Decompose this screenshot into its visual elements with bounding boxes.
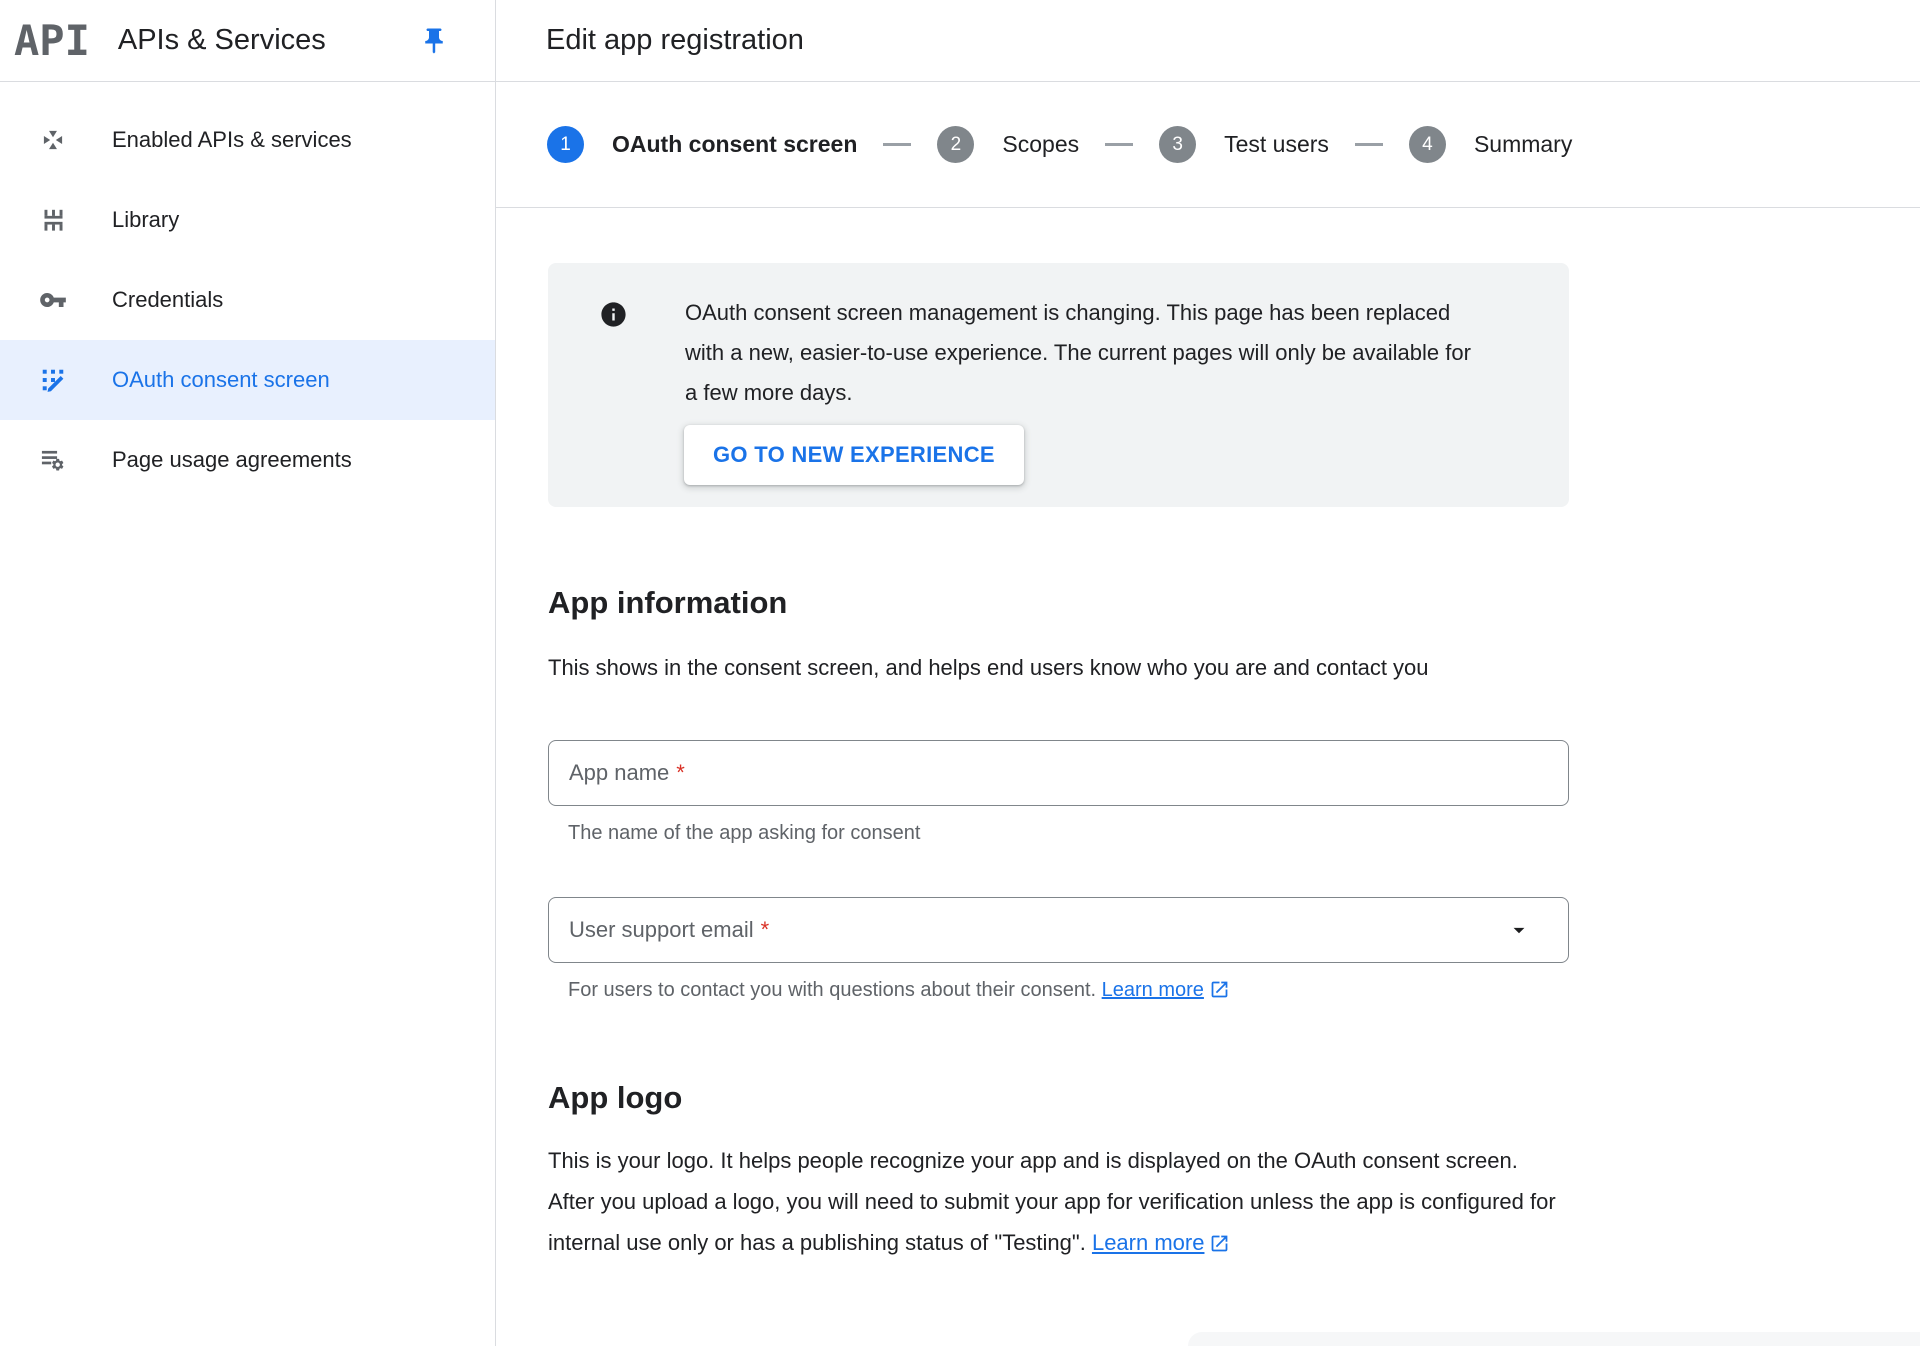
registration-stepper: 1 OAuth consent screen 2 Scopes 3 Test u… <box>496 82 1920 208</box>
step-oauth-consent-screen[interactable]: 1 OAuth consent screen <box>547 126 857 163</box>
step-connector <box>1105 143 1133 146</box>
page-title: Edit app registration <box>546 24 804 57</box>
app-information-heading: App information <box>548 585 1920 621</box>
sidebar-item-label: Page usage agreements <box>112 447 352 473</box>
sidebar-item-oauth-consent-screen[interactable]: OAuth consent screen <box>0 340 495 420</box>
user-support-email-label: User support email <box>569 917 754 943</box>
step-label: Summary <box>1474 131 1572 158</box>
learn-more-link[interactable]: Learn more <box>1102 979 1204 1001</box>
step-number-badge: 1 <box>547 126 584 163</box>
step-connector <box>1355 143 1383 146</box>
main-area: Edit app registration 1 OAuth consent sc… <box>496 0 1920 1346</box>
sidebar-item-credentials[interactable]: Credentials <box>0 260 495 340</box>
app-name-helper: The name of the app asking for consent <box>568 822 1920 845</box>
pin-icon[interactable] <box>419 26 449 56</box>
step-scopes[interactable]: 2 Scopes <box>937 126 1079 163</box>
banner-message: OAuth consent screen management is chang… <box>685 293 1471 413</box>
app-information-description: This shows in the consent screen, and he… <box>548 647 1496 688</box>
sidebar-nav: Enabled APIs & services Library Credenti… <box>0 82 495 500</box>
app-name-label: App name <box>569 760 669 786</box>
user-support-email-helper: For users to contact you with questions … <box>568 979 1920 1006</box>
step-label: OAuth consent screen <box>612 131 857 158</box>
app-logo-paragraph-2: After you upload a logo, you will need t… <box>548 1189 1556 1255</box>
sidebar-item-label: OAuth consent screen <box>112 367 330 393</box>
sidebar-item-library[interactable]: Library <box>0 180 495 260</box>
page-header: Edit app registration <box>496 0 1920 82</box>
app-name-input[interactable]: App name * <box>548 740 1569 806</box>
agreements-icon <box>38 445 68 475</box>
app-logo-paragraph-1: This is your logo. It helps people recog… <box>548 1148 1518 1173</box>
user-support-email-select[interactable]: User support email * <box>548 897 1569 963</box>
deprecation-banner: OAuth consent screen management is chang… <box>548 263 1569 507</box>
open-in-new-icon[interactable] <box>1209 1226 1230 1267</box>
app-logo-description: This is your logo. It helps people recog… <box>548 1140 1558 1267</box>
sidebar-item-label: Credentials <box>112 287 223 313</box>
sidebar-item-label: Library <box>112 207 179 233</box>
required-marker: * <box>761 917 770 943</box>
step-number-badge: 3 <box>1159 126 1196 163</box>
required-marker: * <box>676 760 685 786</box>
go-to-new-experience-button[interactable]: GO TO NEW EXPERIENCE <box>684 425 1024 485</box>
sidebar-item-label: Enabled APIs & services <box>112 127 352 153</box>
page-content: OAuth consent screen management is chang… <box>496 263 1920 1267</box>
sidebar-header: API APIs & Services <box>0 0 495 82</box>
step-number-badge: 4 <box>1409 126 1446 163</box>
step-summary[interactable]: 4 Summary <box>1409 126 1572 163</box>
step-label: Scopes <box>1002 131 1079 158</box>
step-label: Test users <box>1224 131 1329 158</box>
sidebar-item-enabled-apis[interactable]: Enabled APIs & services <box>0 100 495 180</box>
sidebar-title: APIs & Services <box>118 24 326 57</box>
step-number-badge: 2 <box>937 126 974 163</box>
dropdown-caret-icon <box>1506 917 1532 943</box>
helper-text: For users to contact you with questions … <box>568 979 1096 1001</box>
app-logo-heading: App logo <box>548 1080 1920 1116</box>
enabled-apis-icon <box>38 125 68 155</box>
step-connector <box>883 143 911 146</box>
oauth-consent-icon <box>38 365 68 395</box>
learn-more-link[interactable]: Learn more <box>1092 1230 1205 1255</box>
info-icon <box>599 300 628 413</box>
partial-bottom-panel <box>1188 1332 1920 1346</box>
api-logo: API <box>14 16 90 65</box>
key-icon <box>38 285 68 315</box>
library-icon <box>38 205 68 235</box>
sidebar: API APIs & Services Enabled APIs & servi… <box>0 0 496 1346</box>
step-test-users[interactable]: 3 Test users <box>1159 126 1329 163</box>
open-in-new-icon[interactable] <box>1209 979 1230 1006</box>
sidebar-item-page-usage-agreements[interactable]: Page usage agreements <box>0 420 495 500</box>
